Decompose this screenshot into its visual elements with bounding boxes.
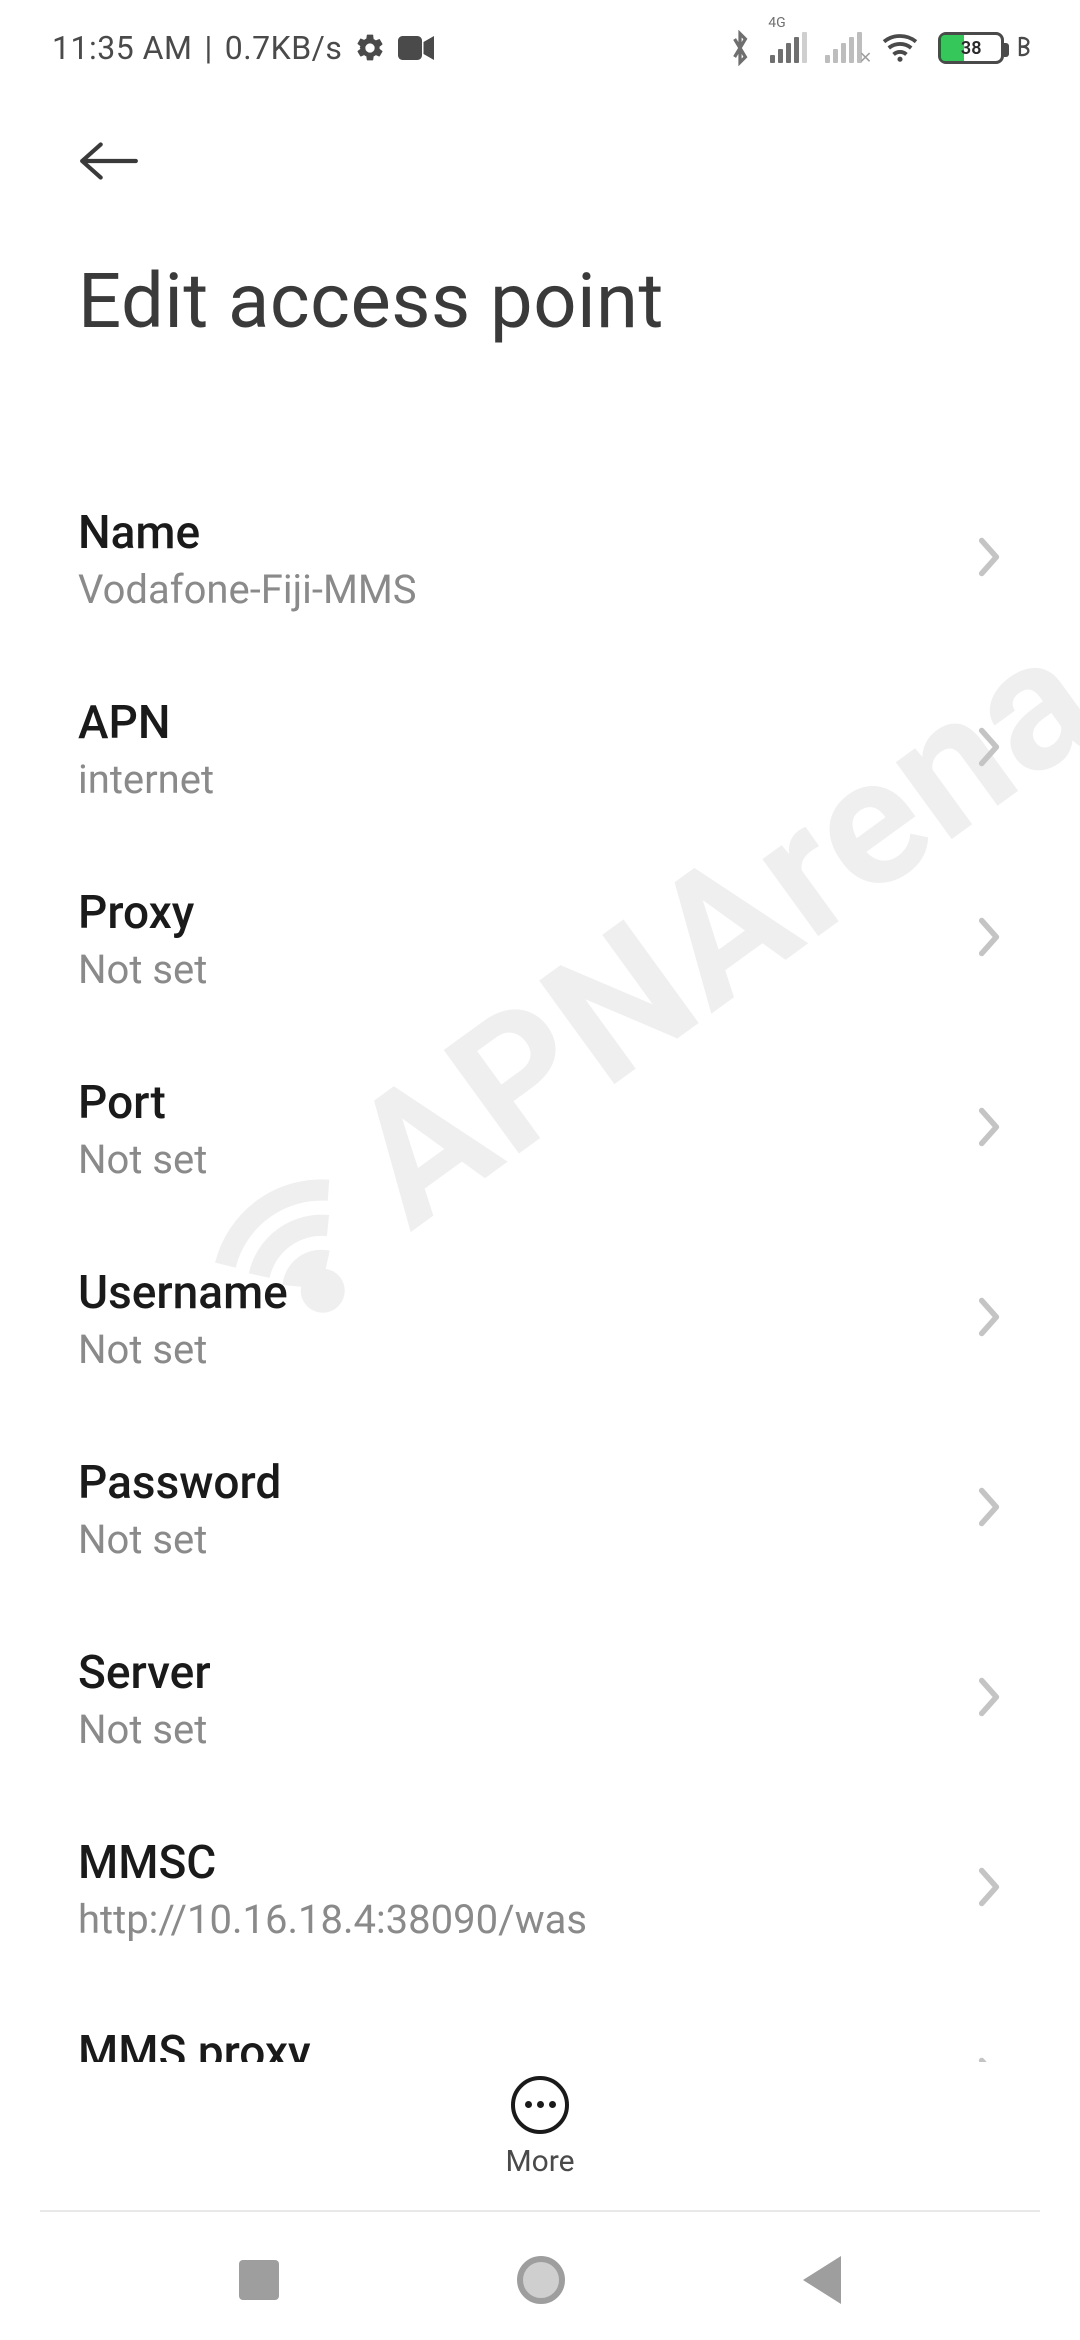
bluetooth-icon [728, 30, 752, 66]
apn-row-key: Port [78, 1076, 207, 1130]
signal-sim1-icon: 4G [770, 33, 807, 63]
apn-row-mmsc[interactable]: MMSC http://10.16.18.4:38090/was [0, 1794, 1080, 1984]
apn-row-value: Not set [78, 1326, 288, 1373]
status-net-speed: 0.7KB/s [225, 29, 343, 67]
chevron-right-icon [976, 915, 1002, 963]
apn-row-key: Username [78, 1266, 288, 1320]
apn-row-value: Not set [78, 1706, 211, 1753]
apn-row-key: Proxy [78, 886, 207, 940]
settings-icon [354, 32, 386, 64]
signal-sim2-icon: ✕ [825, 33, 862, 63]
apn-row-value: Vodafone-Fiji-MMS [78, 566, 417, 613]
chevron-right-icon [976, 1295, 1002, 1343]
apn-row-key: Name [78, 506, 417, 560]
apn-row-value: internet [78, 756, 214, 803]
apn-row-key: APN [78, 696, 214, 750]
apn-row-value: http://10.16.18.4:38090/was [78, 1896, 587, 1943]
apn-row-key: MMSC [78, 1836, 587, 1890]
apn-row-password[interactable]: Password Not set [0, 1414, 1080, 1604]
chevron-right-icon [976, 1865, 1002, 1913]
page-title: Edit access point [78, 256, 1002, 346]
apn-row-username[interactable]: Username Not set [0, 1224, 1080, 1414]
nav-home-button[interactable] [517, 2256, 565, 2304]
apn-row-name[interactable]: Name Vodafone-Fiji-MMS [0, 464, 1080, 654]
apn-row-server[interactable]: Server Not set [0, 1604, 1080, 1794]
chevron-right-icon [976, 1485, 1002, 1533]
chevron-right-icon [976, 1675, 1002, 1723]
chevron-right-icon [976, 1105, 1002, 1153]
back-button[interactable] [78, 126, 148, 196]
apn-row-proxy[interactable]: Proxy Not set [0, 844, 1080, 1034]
more-icon [511, 2076, 569, 2134]
nav-back-button[interactable] [803, 2256, 841, 2304]
apn-row-key: Password [78, 1456, 281, 1510]
battery-icon: 38 [938, 32, 1004, 64]
charging-icon: 𐌁 [1016, 33, 1032, 63]
camera-icon [398, 35, 434, 61]
apn-row-value: Not set [78, 1516, 281, 1563]
nav-recents-button[interactable] [239, 2260, 279, 2300]
apn-row-port[interactable]: Port Not set [0, 1034, 1080, 1224]
apn-row-value: Not set [78, 946, 207, 993]
more-button[interactable]: More [0, 2062, 1080, 2192]
apn-row-key: Server [78, 1646, 211, 1700]
status-time: 11:35 AM [52, 29, 192, 67]
android-nav-bar [0, 2220, 1080, 2340]
wifi-icon [880, 32, 920, 64]
apn-row-apn[interactable]: APN internet [0, 654, 1080, 844]
chevron-right-icon [976, 535, 1002, 583]
status-bar: 11:35 AM | 0.7KB/s 4G ✕ 38 𐌁 [0, 0, 1080, 96]
divider [40, 2210, 1040, 2212]
apn-row-value: Not set [78, 1136, 207, 1183]
chevron-right-icon [976, 725, 1002, 773]
